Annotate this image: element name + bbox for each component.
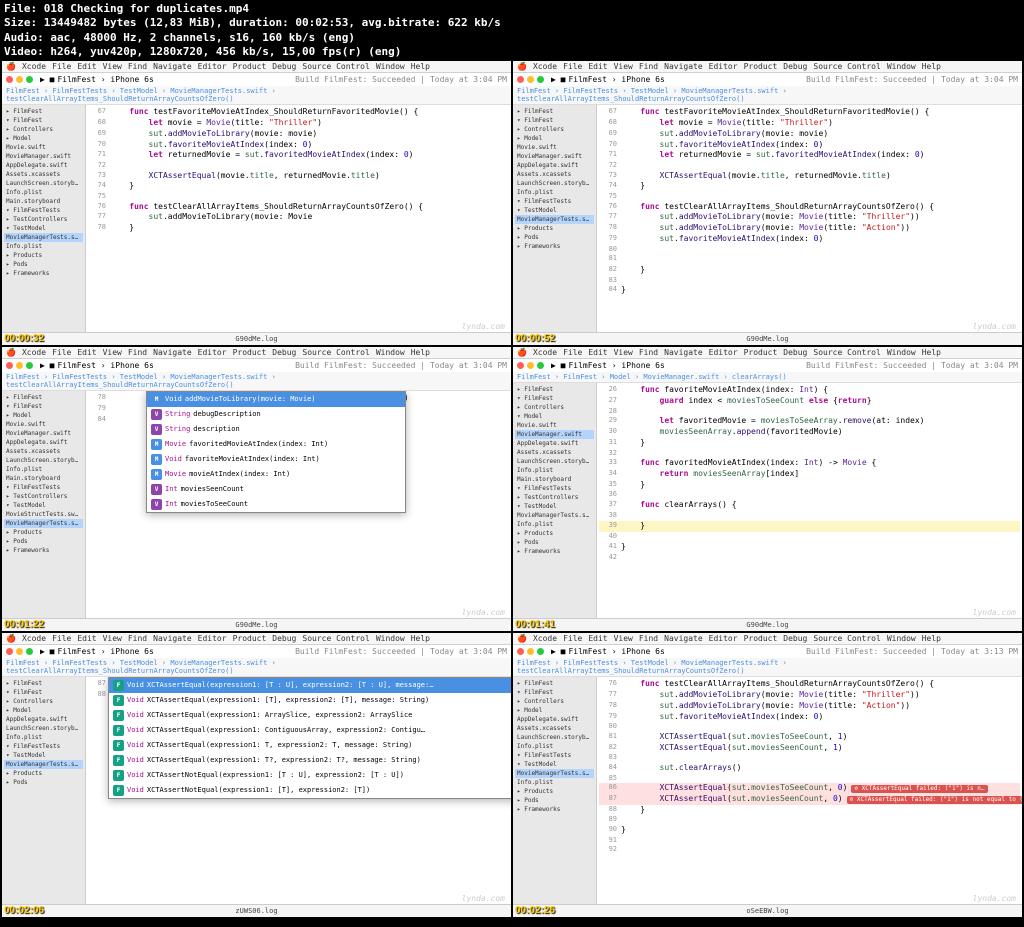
autocomplete-popup[interactable]: FVoidXCTAssertEqual(expression1: [T : U]…: [108, 677, 511, 799]
code-editor[interactable]: 67 func testFavoriteMovieAtIndex_ShouldR…: [86, 105, 511, 332]
autocomplete-item[interactable]: FVoidXCTAssertEqual(expression1: T, expr…: [109, 738, 511, 753]
error-badge[interactable]: ⊘ XCTAssertEqual failed: ("1") is not eq…: [847, 796, 1022, 804]
autocomplete-item[interactable]: MVoidaddMovieToLibrary(movie: Movie): [147, 392, 405, 407]
project-navigator[interactable]: ▸ FilmFest▾ FilmFest ▸ Controllers ▸ Mod…: [513, 105, 597, 332]
watermark: lynda.com: [462, 322, 505, 331]
window-controls[interactable]: ▶ ■FilmFest › iPhone 6sBuild FilmFest: S…: [2, 73, 511, 86]
autocomplete-item[interactable]: MVoidfavoriteMovieAtIndex(index: Int): [147, 452, 405, 467]
project-navigator[interactable]: ▸ FilmFest▾ FilmFest ▸ Controllers ▸ Mod…: [2, 105, 86, 332]
menubar[interactable]: 🍎XcodeFileEditViewFindNavigateEditorProd…: [2, 61, 511, 73]
file-metadata: File: 018 Checking for duplicates.mp4 Si…: [0, 0, 1024, 61]
code-editor[interactable]: 87 xc 88 } FVoidXCTAssertEqual(expressio…: [86, 677, 511, 904]
code-editor[interactable]: 67 func testFavoriteMovieAtIndex_ShouldR…: [597, 105, 1022, 332]
autocomplete-item[interactable]: FVoidXCTAssertNotEqual(expression1: [T],…: [109, 783, 511, 798]
thumbnail-grid: 🍎XcodeFileEditViewFindNavigateEditorProd…: [0, 61, 1024, 917]
autocomplete-item[interactable]: MMoviefavoritedMovieAtIndex(index: Int): [147, 437, 405, 452]
autocomplete-item[interactable]: MMoviemovieAtIndex(index: Int): [147, 467, 405, 482]
autocomplete-item[interactable]: VIntmoviesSeenCount: [147, 482, 405, 497]
autocomplete-item[interactable]: VStringdebugDescription: [147, 407, 405, 422]
error-badge[interactable]: ⊘ XCTAssertEqual failed: ("1") is n…: [851, 785, 987, 793]
autocomplete-popup[interactable]: MVoidaddMovieToLibrary(movie: Movie)VStr…: [146, 391, 406, 513]
autocomplete-item[interactable]: FVoidXCTAssertEqual(expression1: ArraySl…: [109, 708, 511, 723]
autocomplete-item[interactable]: VStringdescription: [147, 422, 405, 437]
panel-4: 🍎XcodeFileEditViewFindNavigateEditorProd…: [513, 347, 1022, 631]
panel-5: 🍎XcodeFileEditViewFindNavigateEditorProd…: [2, 633, 511, 917]
autocomplete-item[interactable]: FVoidXCTAssertNotEqual(expression1: [T :…: [109, 768, 511, 783]
code-editor[interactable]: 76 func testClearAllArrayItems_ShouldRet…: [597, 677, 1022, 904]
timestamp: 00:00:32: [4, 333, 44, 344]
panel-2: 🍎XcodeFileEditViewFindNavigateEditorProd…: [513, 61, 1022, 345]
code-editor[interactable]: 26 func favoriteMovieAtIndex(index: Int)…: [597, 383, 1022, 618]
autocomplete-item[interactable]: VIntmoviesToSeeCount: [147, 497, 405, 512]
autocomplete-item[interactable]: FVoidXCTAssertEqual(expression1: T?, exp…: [109, 753, 511, 768]
code-editor[interactable]: 78 sut.addMovieToLibrary(movie: Movie(ti…: [86, 391, 511, 618]
panel-6: 🍎XcodeFileEditViewFindNavigateEditorProd…: [513, 633, 1022, 917]
panel-3: 🍎XcodeFileEditViewFindNavigateEditorProd…: [2, 347, 511, 631]
autocomplete-item[interactable]: FVoidXCTAssertEqual(expression1: [T : U]…: [109, 678, 511, 693]
autocomplete-item[interactable]: FVoidXCTAssertEqual(expression1: [T], ex…: [109, 693, 511, 708]
autocomplete-item[interactable]: FVoidXCTAssertEqual(expression1: Contigu…: [109, 723, 511, 738]
panel-1: 🍎XcodeFileEditViewFindNavigateEditorProd…: [2, 61, 511, 345]
breadcrumb[interactable]: FilmFest › FilmFestTests › TestModel › M…: [2, 86, 511, 105]
console: G90dMe.log: [2, 332, 511, 345]
